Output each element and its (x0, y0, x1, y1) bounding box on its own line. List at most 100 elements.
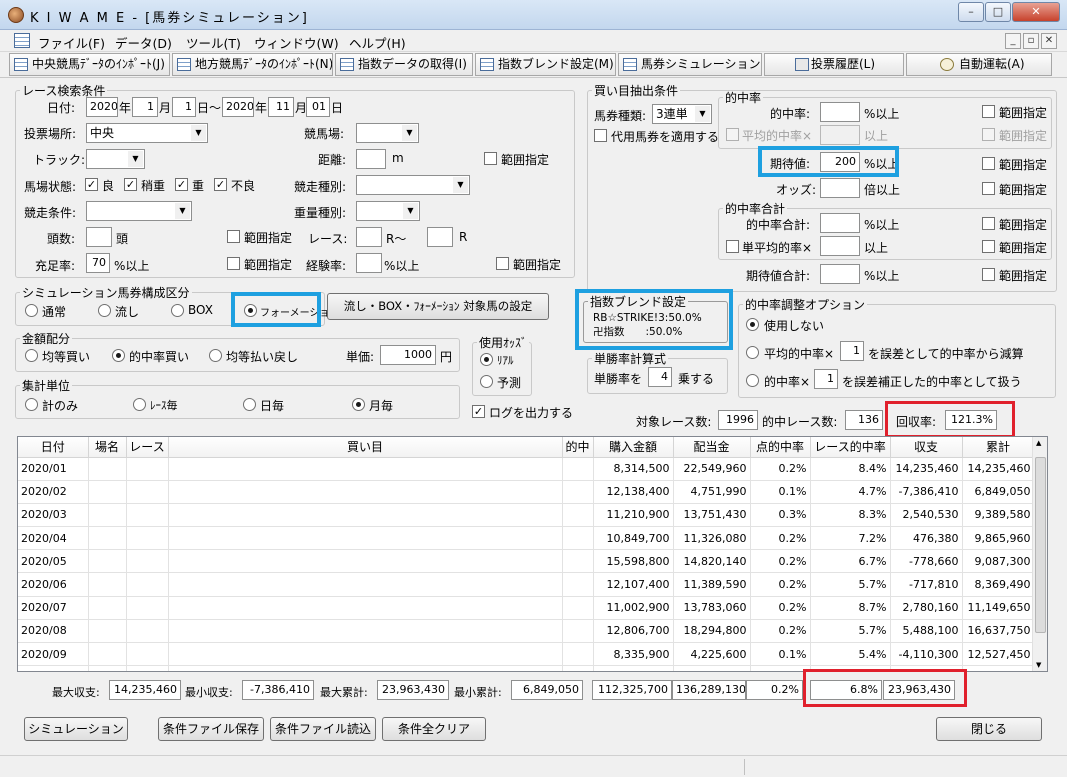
table-row[interactable]: 2020/09 8,335,900 4,225,600 0.1% 5.4% -4,110,… (18, 642, 1035, 667)
table-row[interactable]: 2020/07 11,002,900 13,783,060 0.2% 8.7% 2,780… (18, 596, 1035, 620)
to-year-field[interactable]: 2020 (222, 97, 254, 117)
col-date[interactable]: 日付 (18, 437, 89, 458)
substitute-checkbox[interactable] (594, 129, 607, 142)
menu-window[interactable]: ウィンドウ(W) (254, 33, 339, 52)
table-row[interactable]: 2020/06 12,107,400 11,389,590 0.2% 5.7% -717,… (18, 572, 1035, 597)
cond-slightly-heavy-checkbox[interactable]: ✓ (124, 178, 137, 191)
odds-field[interactable] (820, 178, 860, 198)
scroll-down-icon[interactable]: ▼ (1036, 661, 1041, 669)
amount-payout-radio[interactable] (209, 349, 222, 362)
table-scrollbar[interactable]: ▲ ▼ (1032, 437, 1047, 671)
bet-simulation-button[interactable]: 馬券シミュレーション(B) (618, 53, 762, 76)
race-to-field[interactable] (427, 227, 453, 247)
fill-range-checkbox[interactable] (227, 257, 240, 270)
table-row[interactable]: 2020/02 12,138,400 4,751,990 0.1% 4.7% -7,386… (18, 480, 1035, 504)
sim-box-radio[interactable] (171, 304, 184, 317)
sum-hit-field[interactable] (820, 213, 860, 233)
blend-settings-button[interactable]: 指数ブレンド設定(M) (475, 53, 616, 76)
mdi-restore-button[interactable]: ▫ (1023, 33, 1039, 49)
table-row[interactable]: 2020/04 10,849,700 11,326,080 0.2% 7.2% 476,3… (18, 526, 1035, 551)
single-avg-field[interactable] (820, 236, 860, 256)
venue-select[interactable]: 中央 ▼ (86, 123, 208, 143)
avg-hit-checkbox[interactable] (726, 128, 739, 141)
agg-day-radio[interactable] (243, 398, 256, 411)
fetch-index-button[interactable]: 指数データの取得(I) (335, 53, 473, 76)
from-month-field[interactable]: 1 (132, 97, 158, 117)
target-horse-settings-button[interactable]: 流し・BOX・ﾌｫｰﾒｰｼｮﾝ 対象馬の設定 (327, 293, 549, 320)
col-race[interactable]: レース (126, 437, 169, 458)
simulate-button[interactable]: シミュレーション (24, 717, 128, 741)
results-table[interactable]: 日付 場名 レース 買い目 的中 購入金額 配当金 点的中率 レース的中率 収支… (17, 436, 1048, 672)
col-balance[interactable]: 収支 (890, 437, 963, 458)
sim-normal-radio[interactable] (25, 304, 38, 317)
col-buy-amount[interactable]: 購入金額 (593, 437, 674, 458)
race-cond-select[interactable]: ▼ (86, 201, 192, 221)
sum-expect-field[interactable] (820, 264, 860, 284)
close-button[interactable]: 閉じる (936, 717, 1042, 741)
avg-hit-field[interactable] (820, 125, 860, 145)
menu-tool[interactable]: ツール(T) (186, 33, 241, 52)
heads-range-checkbox[interactable] (227, 230, 240, 243)
fill-rate-field[interactable]: 70 (86, 253, 110, 273)
close-window-button[interactable]: ✕ (1012, 2, 1060, 22)
exp-rate-field[interactable] (356, 253, 382, 273)
distance-field[interactable] (356, 149, 386, 169)
to-day-field[interactable]: 01 (306, 97, 330, 117)
single-avg-checkbox[interactable] (726, 240, 739, 253)
menu-data[interactable]: データ(D) (115, 33, 172, 52)
race-type-select[interactable]: ▼ (356, 175, 470, 195)
sum-expect-range-checkbox[interactable] (982, 268, 995, 281)
minimize-button[interactable]: – (958, 2, 984, 22)
hit-range-checkbox[interactable] (982, 105, 995, 118)
load-conditions-button[interactable]: 条件ファイル読込 (270, 717, 376, 741)
distance-range-checkbox[interactable] (484, 152, 497, 165)
unit-price-field[interactable]: 1000 (380, 345, 436, 365)
adjust-rate-field[interactable]: 1 (814, 369, 838, 389)
exp-range-checkbox[interactable] (496, 257, 509, 270)
col-hit[interactable]: 的中 (562, 437, 594, 458)
avg-range-checkbox[interactable] (982, 128, 995, 141)
table-row[interactable]: 2020/01 8,314,500 22,549,960 0.2% 8.4% 14,235… (18, 457, 1035, 481)
track-select[interactable]: ▼ (356, 123, 419, 143)
sim-nagashi-radio[interactable] (98, 304, 111, 317)
cond-heavy-checkbox[interactable]: ✓ (175, 178, 188, 191)
adjust-none-radio[interactable] (746, 318, 759, 331)
mdi-minimize-button[interactable]: _ (1005, 33, 1021, 49)
log-output-checkbox[interactable]: ✓ (472, 405, 485, 418)
adjust-avg-radio[interactable] (746, 346, 759, 359)
menu-help[interactable]: ヘルプ(H) (349, 33, 406, 52)
from-day-field[interactable]: 1 (172, 97, 196, 117)
import-local-button[interactable]: 地方競馬ﾃﾞｰﾀのｲﾝﾎﾟｰﾄ(N) (172, 53, 333, 76)
maximize-button[interactable]: □ (985, 2, 1011, 22)
course-select[interactable]: ▼ (86, 149, 145, 169)
hit-rate-field[interactable] (820, 102, 860, 122)
win-power-field[interactable]: 4 (648, 367, 672, 387)
auto-run-button[interactable]: 自動運転(A) (906, 53, 1052, 76)
amount-equal-radio[interactable] (25, 349, 38, 362)
col-bets[interactable]: 買い目 (168, 437, 563, 458)
col-payout[interactable]: 配当金 (673, 437, 751, 458)
agg-race-radio[interactable] (133, 398, 146, 411)
mdi-close-button[interactable]: ✕ (1041, 33, 1057, 49)
col-point-rate[interactable]: 点的中率 (750, 437, 811, 458)
mdi-doc-icon[interactable] (14, 33, 30, 48)
vote-history-button[interactable]: 投票履歴(L) (764, 53, 904, 76)
weight-select[interactable]: ▼ (356, 201, 420, 221)
scroll-thumb[interactable] (1035, 457, 1046, 633)
race-from-field[interactable] (356, 227, 382, 247)
odds-range-checkbox[interactable] (982, 182, 995, 195)
adjust-avg-field[interactable]: 1 (840, 341, 864, 361)
agg-month-radio[interactable] (352, 398, 365, 411)
table-row[interactable]: 2020/05 15,598,800 14,820,140 0.2% 6.7% -778,… (18, 549, 1035, 574)
adjust-rate-radio[interactable] (746, 374, 759, 387)
col-race-rate[interactable]: レース的中率 (810, 437, 891, 458)
from-year-field[interactable]: 2020 (86, 97, 118, 117)
clear-conditions-button[interactable]: 条件全クリア (382, 717, 486, 741)
table-row[interactable]: 2020/03 11,210,900 13,751,430 0.3% 8.3% 2,540… (18, 503, 1035, 528)
import-central-button[interactable]: 中央競馬ﾃﾞｰﾀのｲﾝﾎﾟｰﾄ(J) (9, 53, 170, 76)
save-conditions-button[interactable]: 条件ファイル保存 (158, 717, 264, 741)
cond-bad-checkbox[interactable]: ✓ (214, 178, 227, 191)
table-row[interactable]: 2020/08 12,806,700 18,294,800 0.2% 5.7% 5,488… (18, 619, 1035, 644)
single-avg-range-checkbox[interactable] (982, 240, 995, 253)
menu-file[interactable]: ファイル(F) (38, 33, 105, 52)
